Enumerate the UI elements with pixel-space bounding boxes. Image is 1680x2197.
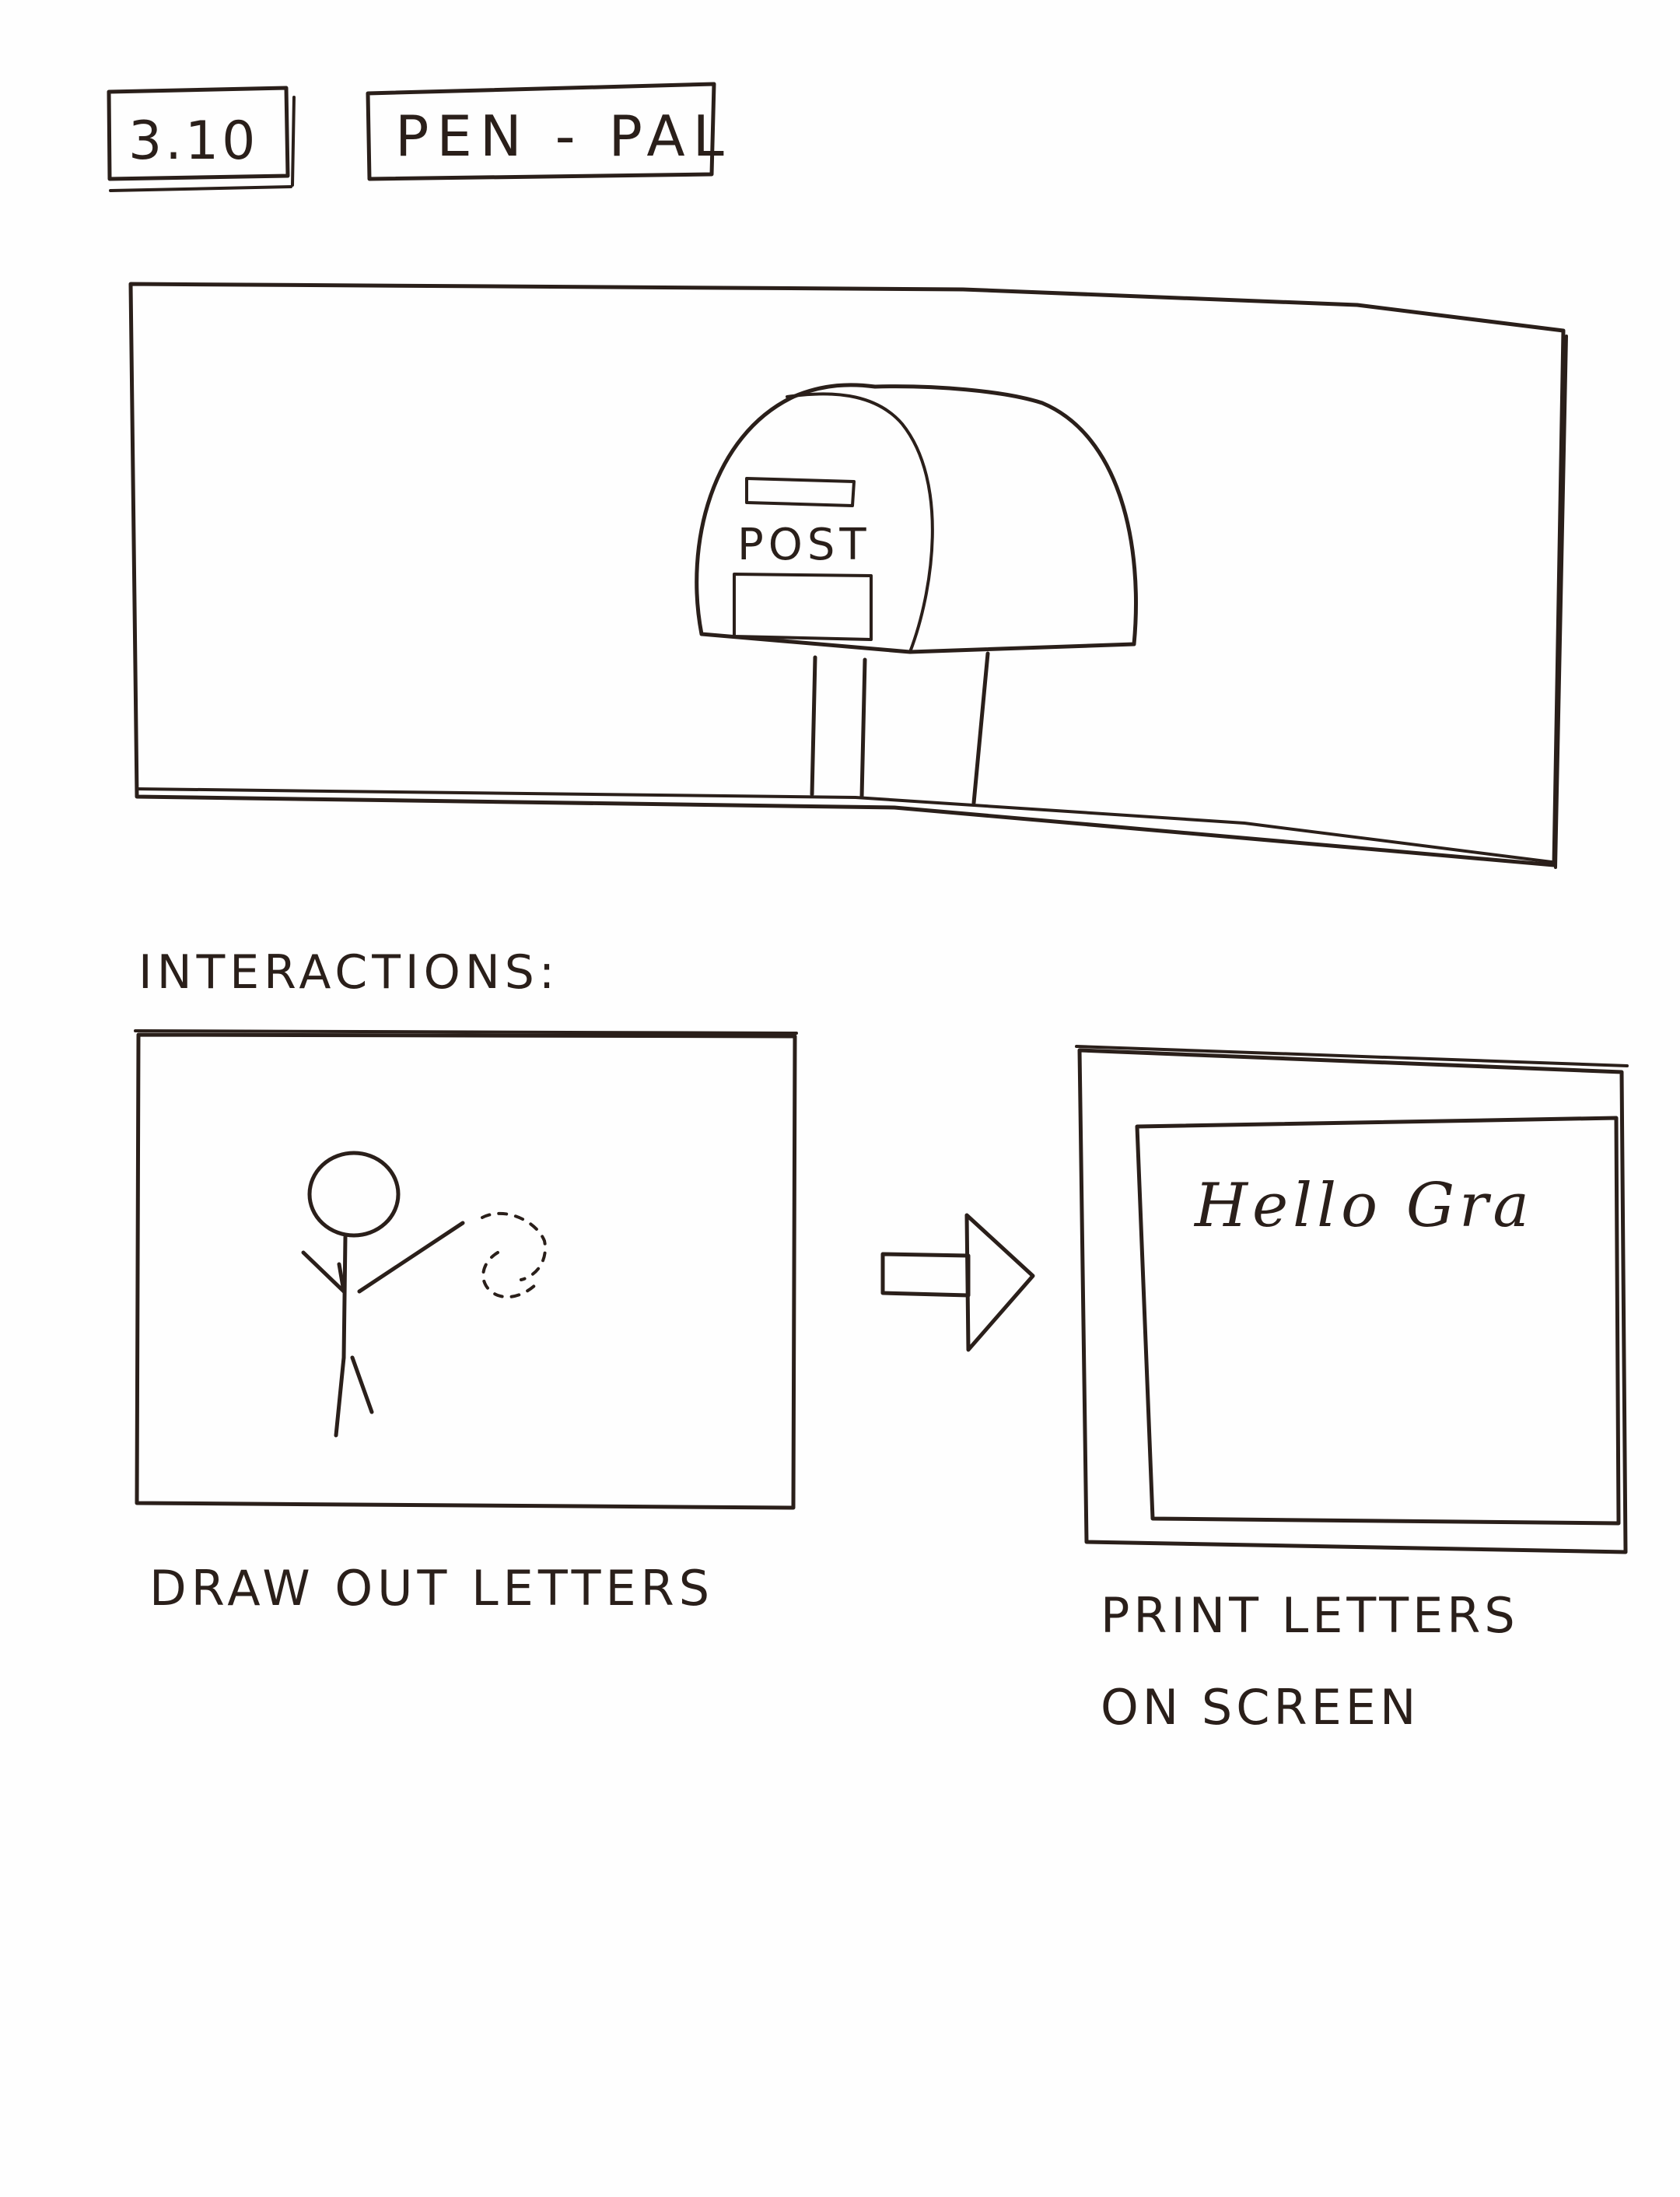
draw-panel-caption: DRAW OUT LETTERS	[149, 1560, 715, 1617]
storyboard-title: PEN - PAL	[395, 103, 732, 169]
draw-panel	[134, 1029, 798, 1510]
mailbox-label: POST	[737, 520, 871, 570]
sketch-page: 3.10 PEN - PAL POST INTERACTIONS: Hello …	[0, 0, 1680, 2197]
arrow-right-icon	[880, 1213, 1035, 1352]
print-panel	[1075, 1045, 1629, 1554]
storyboard-id: 3.10	[128, 110, 259, 172]
print-panel-caption: PRINT LETTERS ON SCREEN	[1101, 1587, 1519, 1736]
screen-greeting-text: Hello Gra	[1195, 1171, 1534, 1241]
interactions-heading: INTERACTIONS:	[138, 945, 560, 1000]
stick-figure-icon	[301, 1151, 547, 1438]
sketch-drawing	[107, 82, 1629, 1554]
mailbox-icon	[695, 383, 1138, 805]
